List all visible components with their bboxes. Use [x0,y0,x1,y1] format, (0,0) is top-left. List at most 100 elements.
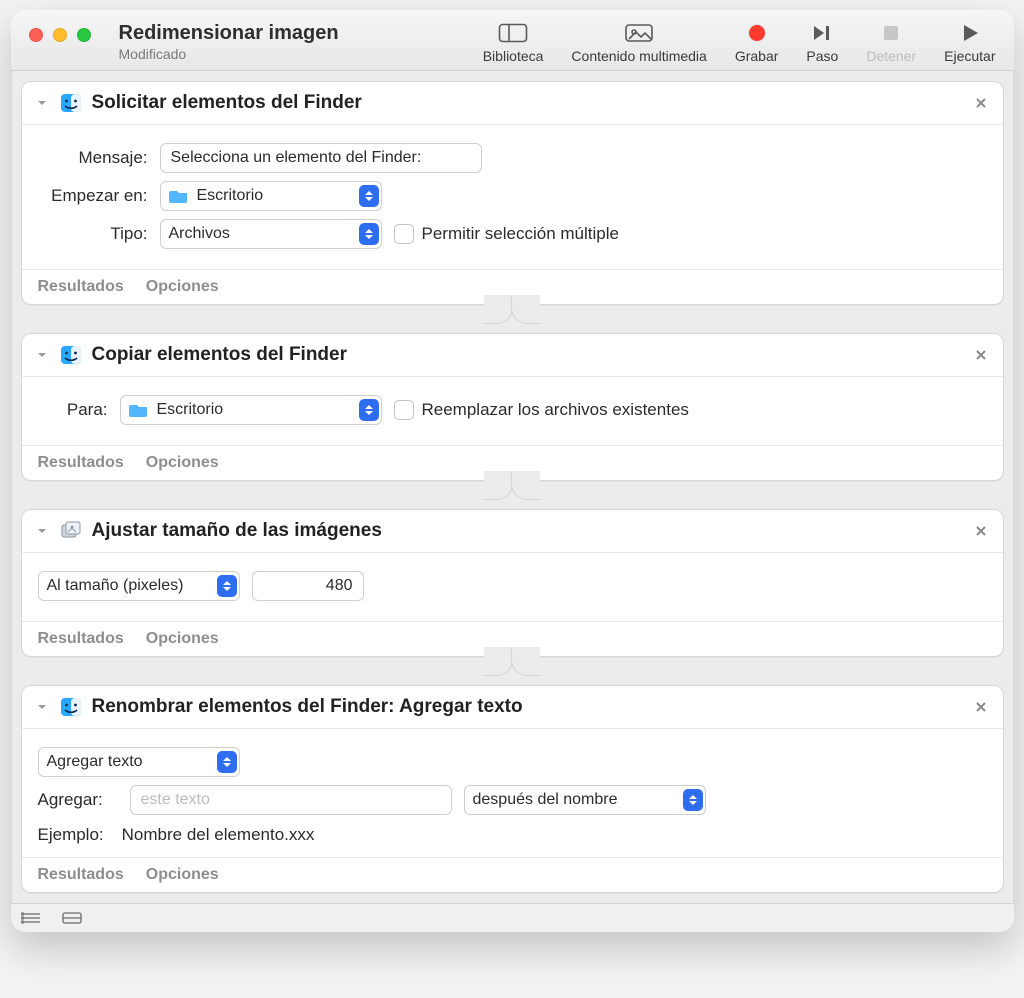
rename-mode-popup[interactable]: Agregar texto [38,747,240,777]
action-header[interactable]: Solicitar elementos del Finder [22,82,1003,125]
disclosure-chevron-icon[interactable] [34,523,50,539]
checkbox-box [394,224,414,244]
type-popup[interactable]: Archivos [160,219,382,249]
action-scale-images: Ajustar tamaño de las imágenes Al tamaño… [21,509,1004,657]
action-body: Para: Escritorio Reemplazar los archivos… [22,377,1003,445]
close-window-button[interactable] [29,28,43,42]
popup-caret-icon [217,751,237,773]
options-button[interactable]: Opciones [146,866,219,884]
allow-multiple-label: Permitir selección múltiple [422,224,619,244]
start-in-label: Empezar en: [38,186,148,206]
play-icon [955,22,985,44]
titlebar: Redimensionar imagen Modificado Bibliote… [11,10,1014,71]
action-copy-finder-items: Copiar elementos del Finder Para: Escrit… [21,333,1004,481]
checkbox-box [394,400,414,420]
stop-icon [876,22,906,44]
toolbar-step-label: Paso [806,48,838,64]
toolbar-run-label: Ejecutar [944,48,995,64]
finder-icon [60,696,82,718]
action-title: Copiar elementos del Finder [92,344,348,366]
example-value: Nombre del elemento.xxx [122,825,315,845]
action-title: Ajustar tamaño de las imágenes [92,520,382,542]
toolbar-library-button[interactable]: Biblioteca [483,22,544,64]
disclosure-chevron-icon[interactable] [34,95,50,111]
position-popup[interactable]: después del nombre [464,785,706,815]
popup-caret-icon [359,185,379,207]
variables-view-toggle[interactable] [61,909,83,927]
toolbar-run-button[interactable]: Ejecutar [944,22,995,64]
replace-label: Reemplazar los archivos existentes [422,400,689,420]
media-icon [624,22,654,44]
folder-icon [129,402,149,418]
action-header[interactable]: Copiar elementos del Finder [22,334,1003,377]
toolbar-library-label: Biblioteca [483,48,544,64]
size-input[interactable] [252,571,364,601]
toolbar-media-button[interactable]: Contenido multimedia [571,22,706,64]
popup-caret-icon [683,789,703,811]
action-footer: Resultados Opciones [22,857,1003,892]
remove-action-button[interactable] [971,697,991,717]
record-icon [742,22,772,44]
size-mode-popup[interactable]: Al tamaño (pixeles) [38,571,240,601]
options-button[interactable]: Opciones [146,278,219,296]
results-button[interactable]: Resultados [38,278,124,296]
action-ask-finder-items: Solicitar elementos del Finder Mensaje: … [21,81,1004,305]
options-button[interactable]: Opciones [146,454,219,472]
allow-multiple-checkbox[interactable]: Permitir selección múltiple [394,224,619,244]
add-text-input[interactable] [130,785,452,815]
example-label: Ejemplo: [38,825,104,845]
toolbar-step-button[interactable]: Paso [806,22,838,64]
popup-caret-icon [359,223,379,245]
finder-icon [60,92,82,114]
minimize-window-button[interactable] [53,28,67,42]
log-view-toggle[interactable] [21,909,43,927]
results-button[interactable]: Resultados [38,630,124,648]
options-button[interactable]: Opciones [146,630,219,648]
sidebar-icon [498,22,528,44]
folder-icon [169,188,189,204]
title-block: Redimensionar imagen Modificado [119,22,339,62]
toolbar-record-button[interactable]: Grabar [735,22,779,64]
action-connector [21,305,1004,333]
start-in-popup[interactable]: Escritorio [160,181,382,211]
window-title: Redimensionar imagen [119,22,339,44]
action-title: Renombrar elementos del Finder: Agregar … [92,696,523,718]
remove-action-button[interactable] [971,521,991,541]
to-value: Escritorio [157,401,224,419]
size-mode-value: Al tamaño (pixeles) [47,577,184,595]
action-header[interactable]: Ajustar tamaño de las imágenes [22,510,1003,553]
action-title: Solicitar elementos del Finder [92,92,362,114]
workflow-area: Solicitar elementos del Finder Mensaje: … [11,71,1014,903]
remove-action-button[interactable] [971,93,991,113]
rename-mode-value: Agregar texto [47,753,143,771]
preview-icon [60,520,82,542]
finder-icon [60,344,82,366]
statusbar [11,903,1014,932]
window-controls [29,28,91,42]
popup-caret-icon [217,575,237,597]
action-header[interactable]: Renombrar elementos del Finder: Agregar … [22,686,1003,729]
toolbar-stop-button: Detener [866,22,916,64]
disclosure-chevron-icon[interactable] [34,699,50,715]
results-button[interactable]: Resultados [38,866,124,884]
toolbar: Biblioteca Contenido multimedia Grabar P… [483,20,996,64]
message-label: Mensaje: [38,148,148,168]
action-connector [21,657,1004,685]
to-popup[interactable]: Escritorio [120,395,382,425]
to-label: Para: [38,400,108,420]
message-input[interactable] [160,143,482,173]
results-button[interactable]: Resultados [38,454,124,472]
zoom-window-button[interactable] [77,28,91,42]
action-connector [21,481,1004,509]
remove-action-button[interactable] [971,345,991,365]
position-value: después del nombre [473,791,618,809]
toolbar-media-label: Contenido multimedia [571,48,706,64]
action-body: Mensaje: Empezar en: Escritorio Tipo: [22,125,1003,269]
toolbar-stop-label: Detener [866,48,916,64]
replace-checkbox[interactable]: Reemplazar los archivos existentes [394,400,689,420]
action-body: Al tamaño (pixeles) [22,553,1003,621]
start-in-value: Escritorio [197,187,264,205]
disclosure-chevron-icon[interactable] [34,347,50,363]
step-icon [807,22,837,44]
type-value: Archivos [169,225,230,243]
